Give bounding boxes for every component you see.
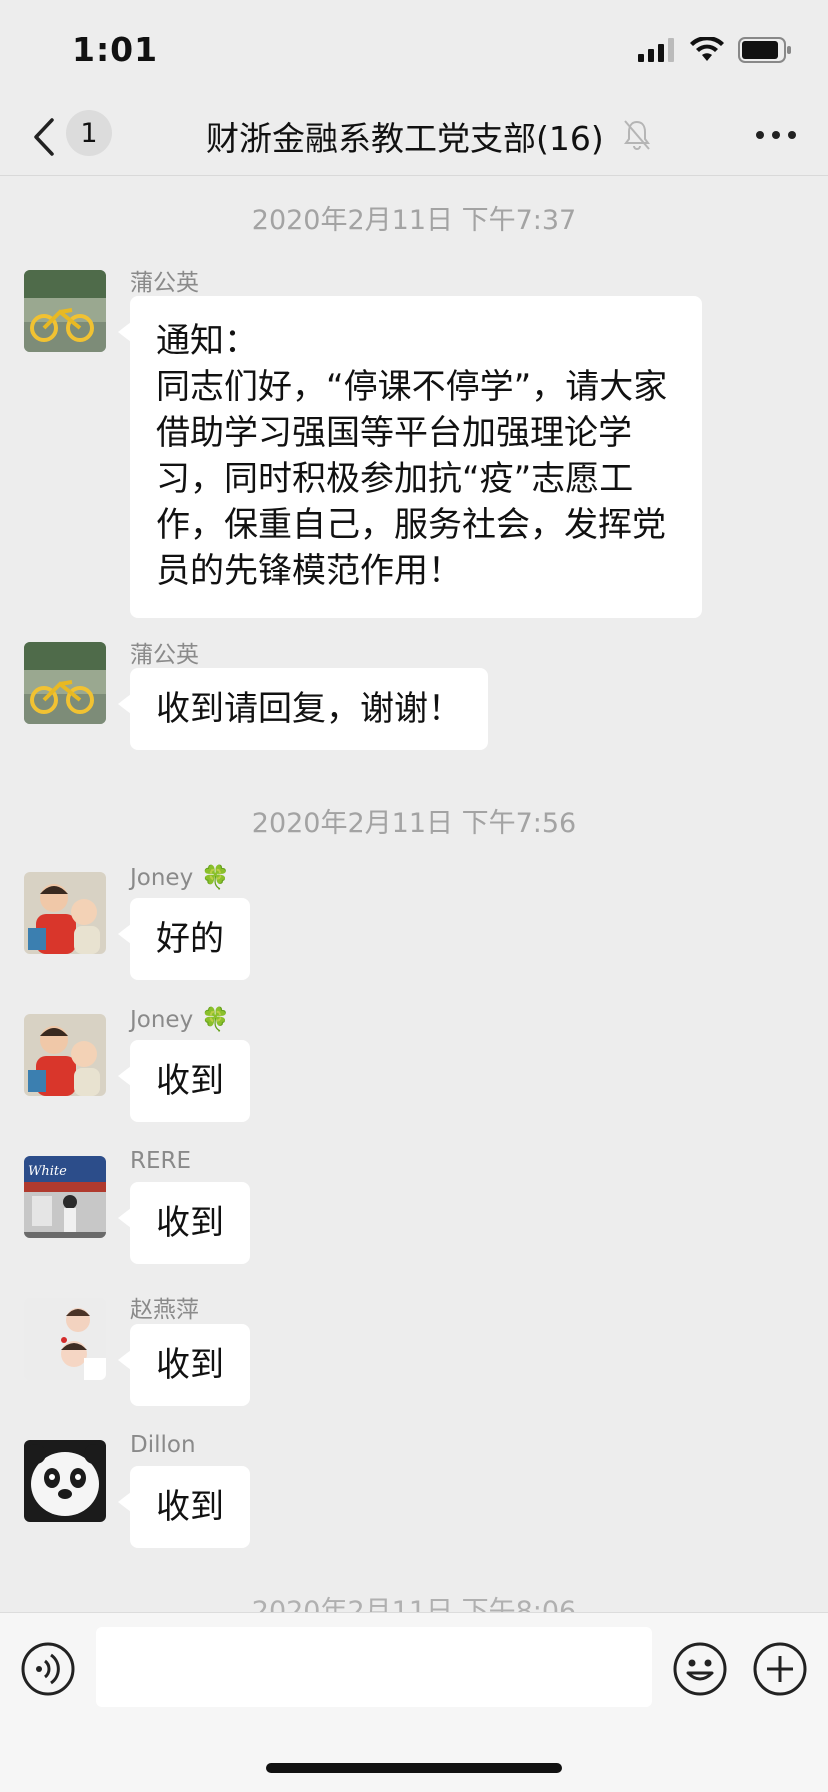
- message-bubble[interactable]: 通知： 同志们好，“停课不停学”，请大家 借助学习强国等平台加强理论学 习，同时…: [118, 296, 702, 618]
- message-bubble[interactable]: 收到: [118, 1040, 250, 1122]
- message-line: 同志们好，“停课不停学”，请大家: [156, 367, 668, 407]
- wifi-icon: [690, 37, 724, 61]
- avatar-pugongying[interactable]: [24, 270, 106, 352]
- avatar-rere[interactable]: White: [24, 1156, 106, 1238]
- sender-name-text: 赵燕萍: [130, 1297, 199, 1323]
- message-line: 通知：: [156, 321, 258, 361]
- avatar-joney[interactable]: [24, 872, 106, 954]
- sender-name-text: Joney: [130, 1006, 194, 1033]
- message-line: 借助学习强国等平台加强理论学: [156, 413, 632, 453]
- sender-name-text: 蒲公英: [130, 642, 199, 668]
- more-options-button[interactable]: [756, 120, 796, 150]
- message-timestamp: 2020年2月11日 下午7:56: [251, 808, 577, 839]
- emoji-icon[interactable]: [672, 1641, 728, 1697]
- avatar-dillon[interactable]: [24, 1440, 106, 1522]
- sender-name-text: RERE: [130, 1148, 192, 1174]
- cellular-signal-icon: [638, 38, 674, 62]
- voice-icon[interactable]: [20, 1641, 76, 1697]
- back-button[interactable]: [26, 112, 62, 162]
- message-bubble[interactable]: 收到: [118, 1324, 250, 1406]
- chat-nav-bar: 1 财浙金融系教工党支部(16): [0, 98, 828, 176]
- status-time: 1:01: [72, 30, 159, 69]
- message-bubble[interactable]: 收到: [118, 1182, 250, 1264]
- status-icons: [638, 36, 792, 64]
- sender-name: Joney 🍀: [130, 864, 230, 892]
- message-timestamp: 2020年2月11日 下午7:37: [251, 205, 577, 236]
- clover-icon: 🍀: [201, 1007, 230, 1033]
- message-input[interactable]: [96, 1627, 652, 1707]
- clover-icon: 🍀: [201, 865, 230, 891]
- mute-bell-icon: [622, 118, 652, 152]
- more-dot: [756, 131, 764, 139]
- avatar-pugongying[interactable]: [24, 642, 106, 724]
- message-line: 习，同时积极参加抗“疫”志愿工: [156, 459, 634, 499]
- message-line: 员的先锋模范作用！: [156, 551, 462, 591]
- plus-icon[interactable]: [752, 1641, 808, 1697]
- svg-text:White: White: [28, 1164, 67, 1179]
- message-line: 作，保重自己，服务社会，发挥党: [156, 505, 666, 545]
- sender-name: Joney 🍀: [130, 1006, 230, 1034]
- status-bar: 1:01: [0, 0, 828, 98]
- sender-name: Dillon: [130, 1432, 196, 1458]
- chat-title[interactable]: 财浙金融系教工党支部(16): [206, 112, 604, 160]
- sender-name: RERE: [130, 1148, 191, 1174]
- sender-name-text: Joney: [130, 864, 194, 891]
- more-dot: [772, 131, 780, 139]
- sender-name: 蒲公英: [130, 635, 199, 669]
- unread-count-badge[interactable]: 1: [66, 110, 112, 156]
- sender-name-text: 蒲公英: [130, 270, 199, 296]
- message-bubble[interactable]: 好的: [118, 898, 250, 980]
- sender-name: 赵燕萍: [130, 1290, 199, 1324]
- more-dot: [788, 131, 796, 139]
- message-timestamp-partial: 2020年2月11日 下午8:06: [251, 1596, 577, 1612]
- message-bubble[interactable]: 收到请回复，谢谢！: [118, 668, 488, 750]
- message-bubble[interactable]: 收到: [118, 1466, 250, 1548]
- back-chevron-icon: [34, 118, 54, 156]
- home-indicator[interactable]: [266, 1763, 562, 1773]
- avatar-joney[interactable]: [24, 1014, 106, 1096]
- sender-name: 蒲公英: [130, 263, 199, 297]
- avatar-zhao-yanping[interactable]: [24, 1298, 106, 1380]
- battery-icon: [738, 37, 791, 63]
- sender-name-text: Dillon: [130, 1432, 196, 1458]
